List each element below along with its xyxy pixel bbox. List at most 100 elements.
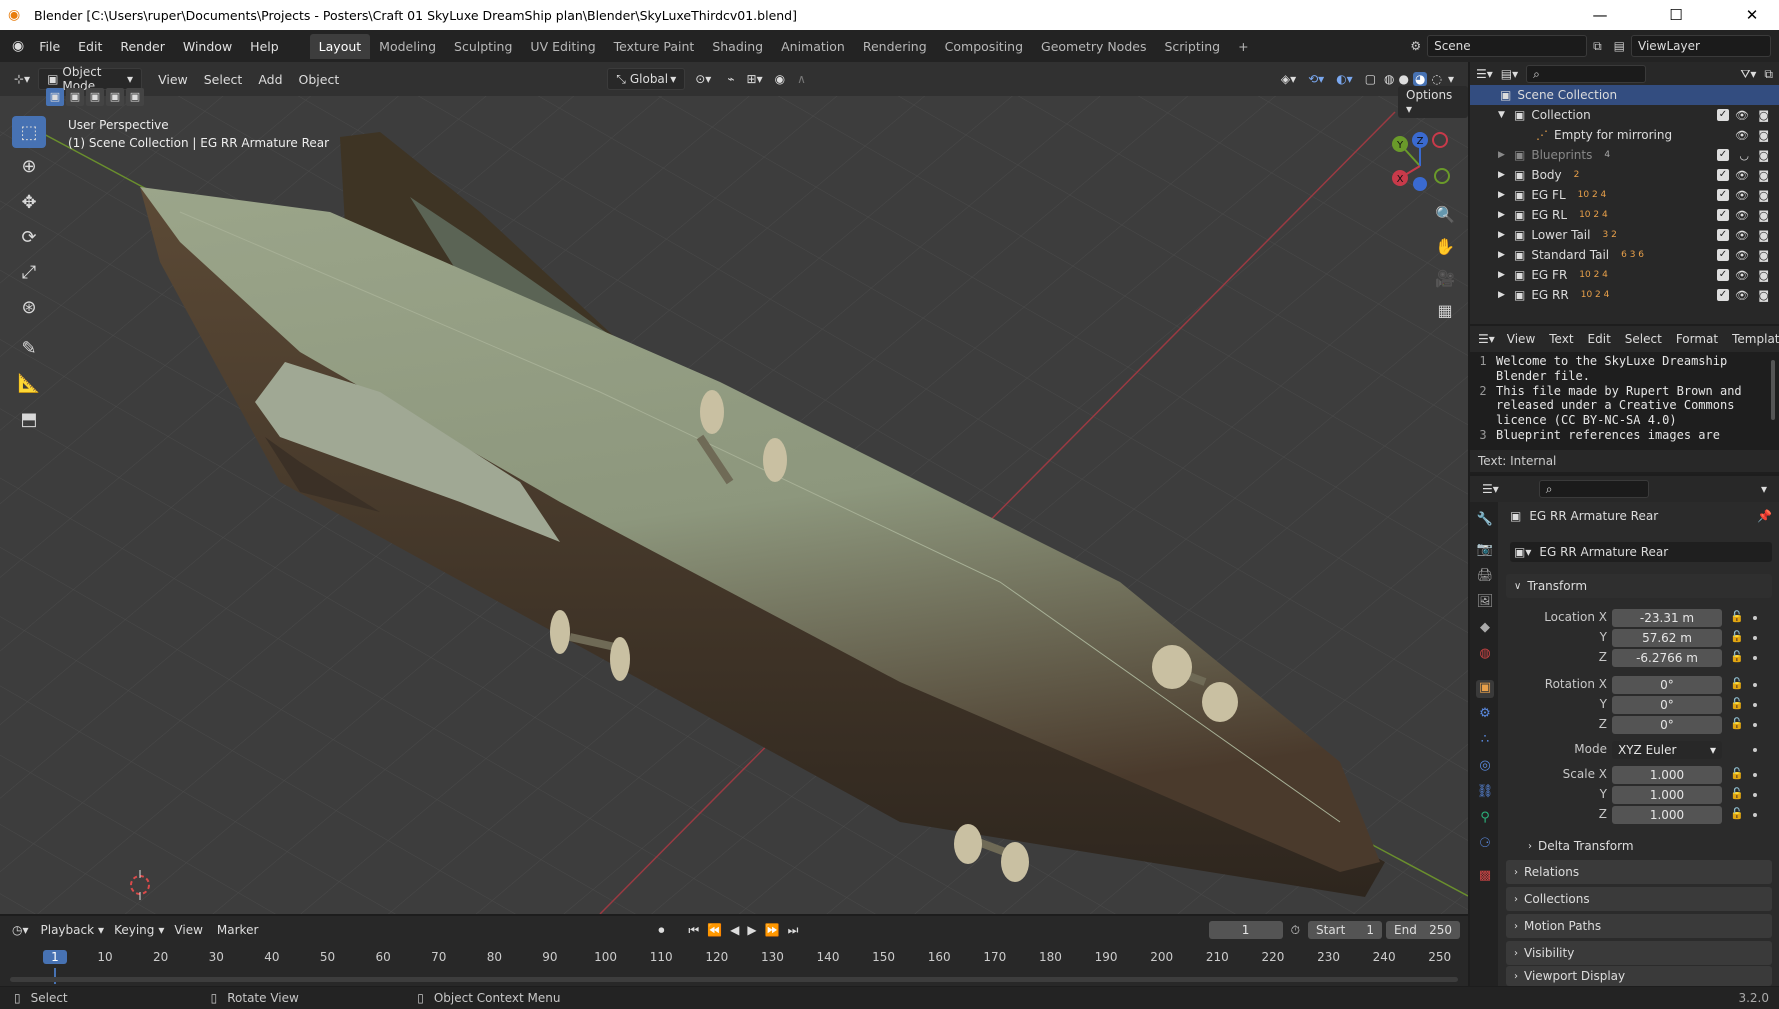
falloff-icon[interactable]: ∧ xyxy=(797,72,806,86)
tab-animation[interactable]: Animation xyxy=(772,34,854,59)
shading-options-icon[interactable]: ▾ xyxy=(1448,72,1454,86)
viewport-menu-view[interactable]: View xyxy=(150,72,196,87)
lock-icon[interactable]: 🔓 xyxy=(1730,650,1744,663)
tab-layout[interactable]: Layout xyxy=(309,33,371,59)
physics-tab-icon[interactable]: ◎ xyxy=(1476,758,1494,776)
tab-uv-editing[interactable]: UV Editing xyxy=(521,34,604,59)
pivot-icon[interactable]: ⊙▾ xyxy=(695,72,711,86)
render-camera-icon[interactable]: ◙ xyxy=(1758,229,1769,242)
measure-tool[interactable]: 📐 xyxy=(12,367,46,399)
render-camera-icon[interactable]: ◙ xyxy=(1758,149,1769,162)
keyframe-dot-icon[interactable] xyxy=(1753,723,1757,727)
render-camera-icon[interactable]: ◙ xyxy=(1758,189,1769,202)
perspective-grid-icon[interactable]: ▦ xyxy=(1431,296,1459,324)
expand-arrow-icon[interactable]: ▶ xyxy=(1498,210,1510,220)
transform-tool[interactable]: ⊛ xyxy=(12,291,46,323)
select-subtract-icon[interactable]: ▣ xyxy=(86,88,104,106)
eye-icon[interactable]: 👁 xyxy=(1735,249,1749,262)
pin-icon[interactable]: 📌 xyxy=(1757,509,1772,523)
cursor-tool[interactable]: ⊕ xyxy=(12,150,46,182)
keyframe-dot-icon[interactable] xyxy=(1753,703,1757,707)
xray-icon[interactable]: ▢ xyxy=(1365,72,1376,86)
outliner-row-standard-tail[interactable]: ▶ ▣ Standard Tail 6 3 6 ✓ 👁 ◙ xyxy=(1470,245,1779,265)
timeline-scrollbar[interactable] xyxy=(10,977,1458,982)
outliner-row-collection[interactable]: ▼ ▣ Collection ✓ 👁 ◙ xyxy=(1470,105,1779,125)
object-datablock-field[interactable]: ▣▾ EG RR Armature Rear xyxy=(1510,542,1772,562)
outliner-row-eg-rl[interactable]: ▶ ▣ EG RL 10 2 4 ✓ 👁 ◙ xyxy=(1470,205,1779,225)
exclude-checkbox[interactable]: ✓ xyxy=(1717,109,1729,121)
render-camera-icon[interactable]: ◙ xyxy=(1758,269,1769,282)
expand-arrow-icon[interactable]: ▶ xyxy=(1498,190,1510,200)
outliner-row-scene-collection[interactable]: ▣ Scene Collection xyxy=(1470,85,1779,105)
lock-icon[interactable]: 🔓 xyxy=(1730,807,1744,820)
text-menu-templates[interactable]: Templates xyxy=(1732,332,1779,346)
new-scene-icon[interactable]: ⧉ xyxy=(1593,39,1602,54)
outliner-row-eg-rr[interactable]: ▶ ▣ EG RR 10 2 4 ✓ 👁 ◙ xyxy=(1470,285,1779,305)
viewlayer-selector[interactable]: ViewLayer xyxy=(1631,35,1771,57)
scale-tool[interactable]: ⤢ xyxy=(12,256,46,288)
gizmo-icon[interactable]: ⟲▾ xyxy=(1308,72,1324,86)
viewport-options-button[interactable]: Options ▾ xyxy=(1398,86,1468,118)
exclude-checkbox[interactable]: ✓ xyxy=(1717,269,1729,281)
preview-range-icon[interactable]: ⏱ xyxy=(1291,923,1300,938)
properties-editor-icon[interactable]: ☰▾ xyxy=(1482,482,1499,496)
modifier-tab-icon[interactable]: ⚙ xyxy=(1476,706,1494,724)
snap-target-icon[interactable]: ⊞▾ xyxy=(747,72,763,86)
end-frame-field[interactable]: End 250 xyxy=(1386,921,1460,939)
exclude-checkbox[interactable]: ✓ xyxy=(1717,289,1729,301)
expand-arrow-icon[interactable]: ▶ xyxy=(1498,270,1510,280)
expand-arrow-icon[interactable]: ▶ xyxy=(1498,290,1510,300)
data-tab-icon[interactable]: ⚲ xyxy=(1476,810,1494,828)
constraints-tab-icon[interactable]: ⛓ xyxy=(1476,784,1494,802)
location-z-field[interactable]: -6.2766 m xyxy=(1612,649,1722,667)
text-menu-edit[interactable]: Edit xyxy=(1588,332,1611,346)
motion-paths-panel-header[interactable]: › Motion Paths xyxy=(1506,914,1772,938)
render-camera-icon[interactable]: ◙ xyxy=(1758,169,1769,182)
relations-panel-header[interactable]: › Relations xyxy=(1506,860,1772,884)
outliner-row-empty[interactable]: ⋰ Empty for mirroring 👁 ◙ xyxy=(1470,125,1779,145)
scale-y-field[interactable]: 1.000 xyxy=(1612,786,1722,804)
outliner-row-body[interactable]: ▶ ▣ Body 2 ✓ 👁 ◙ xyxy=(1470,165,1779,185)
render-camera-icon[interactable]: ◙ xyxy=(1758,249,1769,262)
expand-arrow-icon[interactable]: ▶ xyxy=(1498,170,1510,180)
lock-icon[interactable]: 🔓 xyxy=(1730,677,1744,690)
render-camera-icon[interactable]: ◙ xyxy=(1758,129,1769,142)
eye-closed-icon[interactable]: ◡ xyxy=(1739,149,1749,162)
exclude-checkbox[interactable]: ✓ xyxy=(1717,189,1729,201)
eye-icon[interactable]: 👁 xyxy=(1735,109,1749,122)
render-camera-icon[interactable]: ◙ xyxy=(1758,109,1769,122)
rotation-x-field[interactable]: 0° xyxy=(1612,676,1722,694)
properties-search-input[interactable]: ⌕ xyxy=(1538,480,1649,498)
select-intersect-icon[interactable]: ▣ xyxy=(126,88,144,106)
visibility-icon[interactable]: ◈▾ xyxy=(1281,72,1296,86)
delta-transform-subpanel[interactable]: › Delta Transform xyxy=(1528,836,1634,856)
jump-next-key-icon[interactable]: ⏩ xyxy=(765,923,780,937)
outliner-row-eg-fl[interactable]: ▶ ▣ EG FL 10 2 4 ✓ 👁 ◙ xyxy=(1470,185,1779,205)
text-menu-select[interactable]: Select xyxy=(1625,332,1662,346)
menu-file[interactable]: File xyxy=(30,39,69,54)
eye-icon[interactable]: 👁 xyxy=(1735,129,1749,142)
menu-help[interactable]: Help xyxy=(241,39,288,54)
lock-icon[interactable]: 🔓 xyxy=(1730,610,1744,623)
snap-icon[interactable]: ⌁ xyxy=(727,72,734,86)
scale-x-field[interactable]: 1.000 xyxy=(1612,766,1722,784)
outliner-row-blueprints[interactable]: ▶ ▣ Blueprints 4 ✓ ◡ ◙ xyxy=(1470,145,1779,165)
material-shading-icon[interactable]: ◕ xyxy=(1413,72,1428,86)
outliner-row-lower-tail[interactable]: ▶ ▣ Lower Tail 3 2 ✓ 👁 ◙ xyxy=(1470,225,1779,245)
render-tab-icon[interactable]: 📷 xyxy=(1476,542,1494,560)
text-editor-content[interactable]: 1 Welcome to the SkyLuxe Dreamship Blende… xyxy=(1470,354,1770,446)
expand-arrow-icon[interactable]: ▼ xyxy=(1498,110,1510,120)
pan-hand-icon[interactable]: ✋ xyxy=(1431,232,1459,260)
viewlayer-icon[interactable]: ▤ xyxy=(1614,39,1625,53)
proportional-edit-icon[interactable]: ◉ xyxy=(775,72,785,86)
text-menu-view[interactable]: View xyxy=(1507,332,1535,346)
text-editor-type-icon[interactable]: ☰▾ xyxy=(1478,332,1495,346)
close-button[interactable]: ✕ xyxy=(1729,6,1775,24)
keyframe-dot-icon[interactable] xyxy=(1753,793,1757,797)
eye-icon[interactable]: 👁 xyxy=(1735,169,1749,182)
object-tab-icon[interactable]: ▣ xyxy=(1476,680,1494,698)
wireframe-shading-icon[interactable]: ◍ xyxy=(1384,72,1394,86)
visibility-panel-header[interactable]: › Visibility xyxy=(1506,941,1772,965)
outliner-search-input[interactable]: ⌕ xyxy=(1526,65,1647,83)
filter-icon[interactable]: ⛛▾ xyxy=(1740,67,1756,82)
